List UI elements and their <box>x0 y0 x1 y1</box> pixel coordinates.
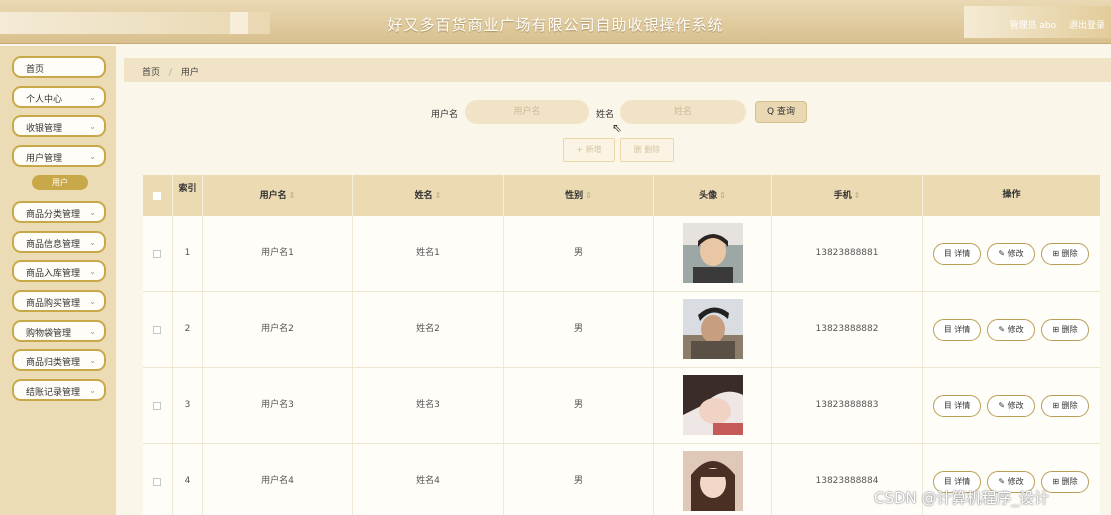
logout-link[interactable]: 退出登录 <box>1069 21 1105 31</box>
avatar <box>683 223 743 283</box>
avatar <box>683 375 743 435</box>
table-header: 索引 用户名 ⇕ 姓名 ⇕ 性别 ⇕ 头像 ⇕ 手机 ⇕ 操作 <box>143 175 1100 216</box>
sidebar-item-bag[interactable]: 购物袋管理 ⌄ <box>12 320 106 342</box>
table-row: 3 用户名3 姓名3 男 13823888883 目 详情 ✎ 修改 ⊞ 删除 <box>143 368 1100 444</box>
detail-button[interactable]: 目 详情 <box>933 395 981 417</box>
chevron-down-icon: ⌄ <box>89 267 96 276</box>
column-index[interactable]: 索引 <box>173 175 203 216</box>
username-search-input[interactable] <box>465 100 589 124</box>
cell-gender: 男 <box>504 368 654 443</box>
sidebar-item-category[interactable]: 商品分类管理 ⌄ <box>12 201 106 223</box>
sidebar-item-stock-in[interactable]: 商品入库管理 ⌄ <box>12 260 106 282</box>
select-all-cell <box>143 175 173 216</box>
edit-button[interactable]: ✎ 修改 <box>987 319 1035 341</box>
sidebar-item-checkout-record[interactable]: 结账记录管理 ⌄ <box>12 379 106 401</box>
cell-index: 3 <box>173 368 203 443</box>
cell-username: 用户名1 <box>203 216 353 291</box>
query-button[interactable]: Q 查询 <box>755 101 807 123</box>
breadcrumb-home[interactable]: 首页 <box>142 68 160 78</box>
name-search-input[interactable] <box>620 100 746 124</box>
sidebar-item-purchase[interactable]: 商品购买管理 ⌄ <box>12 290 106 312</box>
edit-button[interactable]: ✎ 修改 <box>987 395 1035 417</box>
breadcrumb-separator: / <box>168 68 172 78</box>
cell-phone: 13823888882 <box>772 292 923 367</box>
cell-gender: 男 <box>504 216 654 291</box>
chevron-down-icon: ⌄ <box>89 386 96 395</box>
row-checkbox[interactable] <box>153 326 161 334</box>
chevron-down-icon: ⌄ <box>89 297 96 306</box>
user-table: 索引 用户名 ⇕ 姓名 ⇕ 性别 ⇕ 头像 ⇕ 手机 ⇕ 操作 1 用户名1 姓名1 男 … <box>143 175 1100 515</box>
column-name[interactable]: 姓名 ⇕ <box>353 175 504 216</box>
chevron-down-icon: ⌄ <box>89 356 96 365</box>
cell-name: 姓名3 <box>353 368 504 443</box>
cell-name: 姓名1 <box>353 216 504 291</box>
column-gender[interactable]: 性别 ⇕ <box>504 175 654 216</box>
cell-index: 2 <box>173 292 203 367</box>
current-user: 管理员 abo <box>1009 21 1057 31</box>
row-checkbox[interactable] <box>153 250 161 258</box>
cell-gender: 男 <box>504 444 654 515</box>
row-checkbox[interactable] <box>153 402 161 410</box>
sidebar-subitem-user[interactable]: 用户 <box>32 175 88 190</box>
cell-name: 姓名2 <box>353 292 504 367</box>
cell-username: 用户名3 <box>203 368 353 443</box>
avatar <box>683 451 743 511</box>
breadcrumb-current: 用户 <box>180 68 199 78</box>
sidebar-item-home[interactable]: 首页 <box>12 56 106 78</box>
detail-button[interactable]: 目 详情 <box>933 319 981 341</box>
sidebar-item-users[interactable]: 用户管理 ⌄ <box>12 145 106 167</box>
batch-delete-button[interactable]: 删 删除 <box>620 138 674 162</box>
chevron-down-icon: ⌄ <box>89 152 96 161</box>
delete-button[interactable]: ⊞ 删除 <box>1041 243 1089 265</box>
chevron-down-icon: ⌄ <box>89 238 96 247</box>
edit-button[interactable]: ✎ 修改 <box>987 243 1035 265</box>
sidebar-item-product-info[interactable]: 商品信息管理 ⌄ <box>12 231 106 253</box>
column-phone[interactable]: 手机 ⇕ <box>772 175 923 216</box>
search-bar: 用户名 姓名 Q 查询 <box>0 100 1111 126</box>
chevron-down-icon: ⌄ <box>89 327 96 336</box>
row-checkbox[interactable] <box>153 478 161 486</box>
cell-username: 用户名4 <box>203 444 353 515</box>
sidebar-item-classify[interactable]: 商品归类管理 ⌄ <box>12 349 106 371</box>
cell-name: 姓名4 <box>353 444 504 515</box>
breadcrumb: 首页 / 用户 <box>124 58 1111 82</box>
app-title: 好又多百货商业广场有限公司自助收银操作系统 <box>387 16 724 34</box>
column-operation: 操作 <box>1002 190 1021 200</box>
column-username[interactable]: 用户名 ⇕ <box>203 175 353 216</box>
delete-button[interactable]: ⊞ 删除 <box>1041 319 1089 341</box>
detail-button[interactable]: 目 详情 <box>933 243 981 265</box>
delete-button[interactable]: ⊞ 删除 <box>1041 395 1089 417</box>
chevron-down-icon: ⌄ <box>89 208 96 217</box>
cell-phone: 13823888881 <box>772 216 923 291</box>
cell-gender: 男 <box>504 292 654 367</box>
top-header: 好又多百货商业广场有限公司自助收银操作系统 管理员 abo 退出登录 <box>0 0 1111 44</box>
username-label: 用户名 <box>431 110 459 120</box>
avatar <box>683 299 743 359</box>
name-label: 姓名 <box>596 110 615 120</box>
user-info: 管理员 abo 退出登录 <box>1000 18 1106 31</box>
cell-index: 4 <box>173 444 203 515</box>
mouse-pointer-icon: ⇖ <box>612 121 623 135</box>
cell-phone: 13823888883 <box>772 368 923 443</box>
cell-username: 用户名2 <box>203 292 353 367</box>
table-row: 2 用户名2 姓名2 男 13823888882 目 详情 ✎ 修改 ⊞ 删除 <box>143 292 1100 368</box>
column-avatar[interactable]: 头像 ⇕ <box>654 175 772 216</box>
cell-index: 1 <box>173 216 203 291</box>
table-row: 1 用户名1 姓名1 男 13823888881 目 详情 ✎ 修改 ⊞ 删除 <box>143 216 1100 292</box>
select-all-checkbox[interactable] <box>153 192 161 200</box>
add-button[interactable]: + 新增 <box>563 138 615 162</box>
watermark: CSDN @计算机程序_设计 <box>874 489 1050 507</box>
